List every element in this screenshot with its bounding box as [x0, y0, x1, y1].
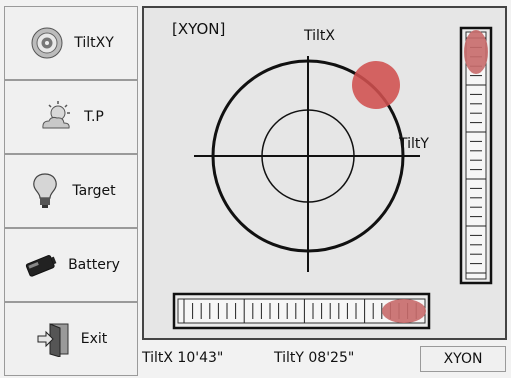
tilt-bubble [352, 61, 400, 109]
sidebar-item-battery[interactable]: Battery [4, 228, 138, 302]
sidebar-item-label: T.P [84, 109, 104, 125]
sidebar-item-exit[interactable]: Exit [4, 302, 138, 376]
sidebar-item-tp[interactable]: T.P [4, 80, 138, 154]
sidebar-item-label: Exit [80, 331, 108, 347]
vertical-vial-bubble [464, 30, 488, 74]
target-rings-icon [28, 24, 66, 62]
sidebar: TiltXY T.P Target Battery Exit [4, 6, 138, 378]
status-bar: TiltX 10'43" TiltY 08'25" XYON [142, 344, 507, 374]
tilt-graphics [172, 26, 493, 330]
sidebar-item-label: Battery [68, 257, 120, 273]
tilt-y-readout: TiltY 08'25" [274, 350, 355, 366]
sidebar-item-tiltxy[interactable]: TiltXY [4, 6, 138, 80]
sidebar-item-label: Target [72, 183, 116, 199]
app-frame: TiltXY T.P Target Battery Exit [XYON] Ti… [0, 0, 511, 378]
xyon-mode-button-label: XYON [443, 351, 483, 367]
light-bulb-icon [26, 172, 64, 210]
horizontal-level-vial [172, 292, 431, 330]
exit-door-icon [35, 320, 73, 358]
sidebar-item-target[interactable]: Target [4, 154, 138, 228]
horizontal-vial-bubble [382, 299, 426, 323]
sun-cloud-icon [38, 98, 76, 136]
tilt-display-panel: [XYON] TiltX TiltY [142, 6, 507, 340]
xyon-mode-button[interactable]: XYON [420, 346, 506, 372]
vertical-level-vial [459, 26, 493, 285]
tilt-x-readout: TiltX 10'43" [142, 350, 224, 366]
sidebar-item-label: TiltXY [74, 35, 114, 51]
battery-icon [22, 246, 60, 284]
